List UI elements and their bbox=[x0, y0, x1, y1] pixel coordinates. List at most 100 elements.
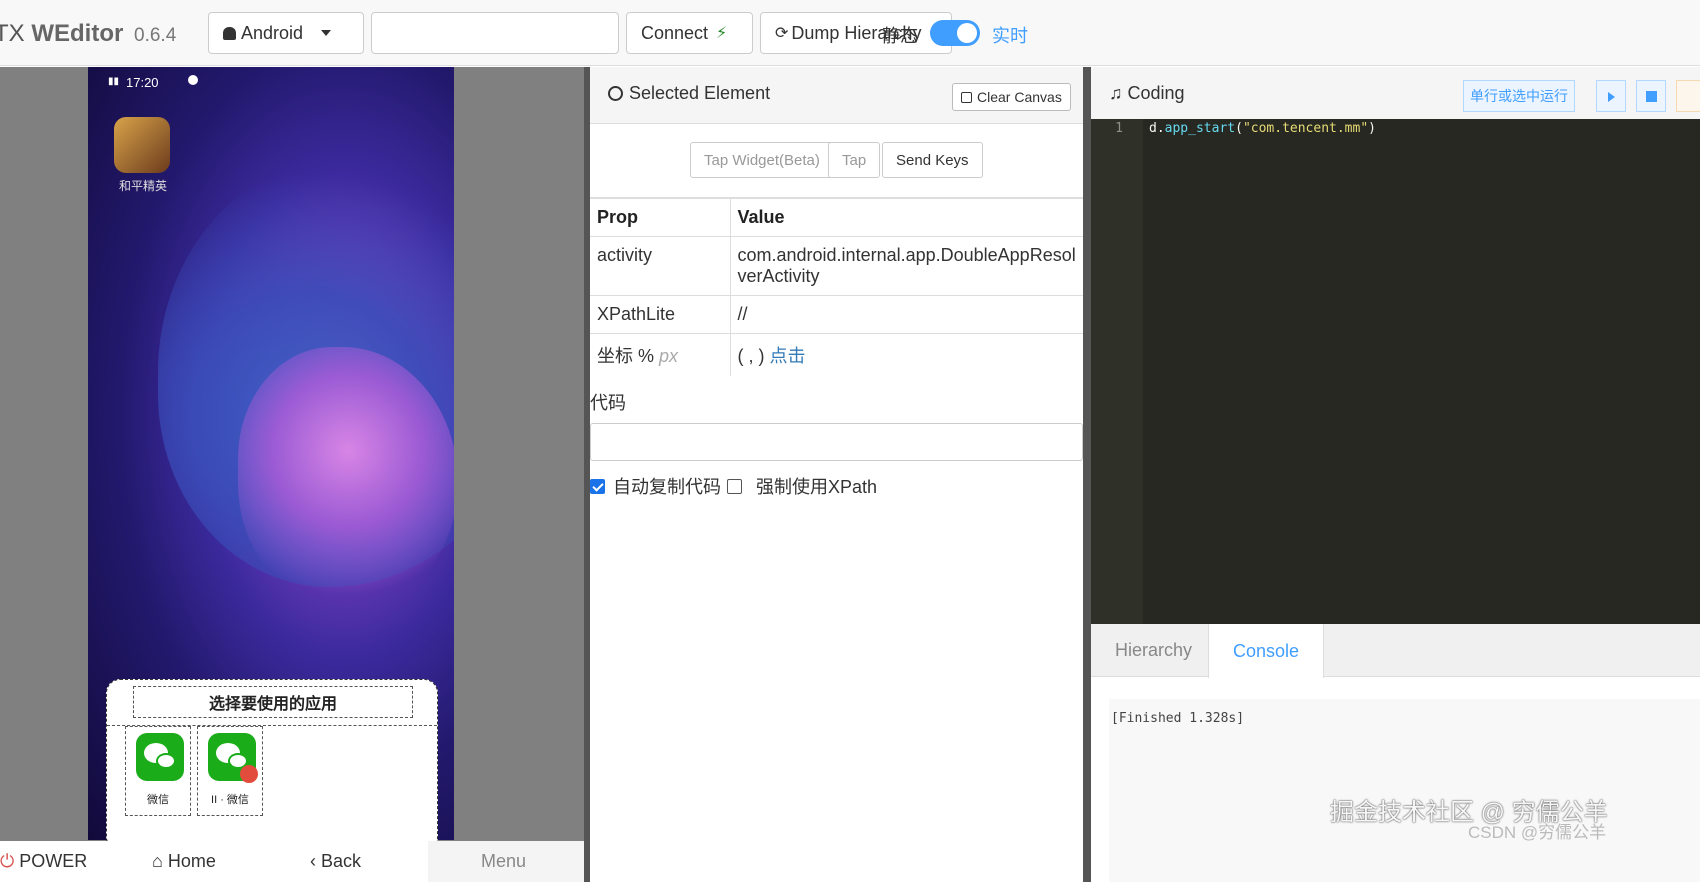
device-nav-bar: ⏻ POWER ⌂ Home ‹ Back Menu bbox=[0, 841, 584, 882]
coding-header: ♫ Coding 单行或选中运行 bbox=[1091, 67, 1700, 119]
platform-select-value: Android bbox=[241, 22, 304, 43]
value-cell: ( , ) 点击 bbox=[730, 333, 1083, 376]
power-button[interactable]: ⏻ POWER bbox=[0, 851, 87, 872]
message-icon bbox=[188, 75, 198, 85]
value-cell: com.android.internal.app.DoubleAppResolv… bbox=[730, 236, 1083, 296]
device-serial-input[interactable] bbox=[371, 12, 619, 54]
power-label: POWER bbox=[19, 851, 88, 871]
auto-copy-label: 自动复制代码 bbox=[613, 477, 721, 497]
run-selected-button[interactable]: 单行或选中运行 bbox=[1463, 80, 1575, 112]
top-navbar: TX WEditor 0.6.4 Android Connect ⚡ ⟳ Dum… bbox=[0, 0, 1700, 66]
prop-column-header: Prop bbox=[590, 197, 731, 237]
code-string: "com.tencent.mm" bbox=[1242, 121, 1369, 136]
inspector-header: Selected Element Clear Canvas bbox=[590, 67, 1083, 124]
coding-title-text: Coding bbox=[1127, 83, 1185, 103]
connect-button[interactable]: Connect ⚡ bbox=[626, 12, 753, 54]
tap-widget-label: Tap Widget(Beta) bbox=[704, 151, 820, 169]
code-function: app_start bbox=[1164, 121, 1236, 136]
live-mode-toggle[interactable] bbox=[930, 20, 980, 46]
back-label: Back bbox=[321, 851, 362, 871]
tab-hierarchy-label: Hierarchy bbox=[1115, 640, 1193, 660]
force-xpath-label: 强制使用XPath bbox=[756, 477, 878, 497]
send-keys-button[interactable]: Send Keys bbox=[882, 142, 983, 178]
line-number: 1 bbox=[1115, 121, 1123, 136]
coord-unit-toggle[interactable]: px bbox=[659, 346, 678, 366]
coord-prop-label: 坐标 % bbox=[597, 346, 655, 366]
code-object: d. bbox=[1149, 121, 1165, 136]
element-props-table: Prop Value activity com.android.internal… bbox=[590, 197, 1083, 376]
inspector-panel: Selected Element Clear Canvas Tap Widget… bbox=[590, 67, 1083, 882]
app-brand: TX WEditor 0.6.4 bbox=[0, 20, 176, 48]
device-status-bar: ▮▮ 17:20 ⏰ ▭ bbox=[88, 67, 454, 97]
static-mode-label: 静态 bbox=[882, 26, 918, 46]
dialog-title: 选择要使用的应用 bbox=[133, 686, 413, 718]
prop-cell: 坐标 % px bbox=[590, 333, 731, 376]
game-app-icon[interactable] bbox=[114, 117, 170, 173]
tap-label: Tap bbox=[842, 151, 867, 169]
brand-prefix: TX bbox=[0, 20, 25, 47]
clear-canvas-checkbox-icon bbox=[961, 91, 972, 103]
bottom-tabs: Hierarchy Console bbox=[1091, 624, 1700, 678]
table-row: activity com.android.internal.app.Double… bbox=[590, 236, 1083, 296]
run-selected-label: 单行或选中运行 bbox=[1470, 88, 1568, 104]
live-mode-label: 实时 bbox=[992, 26, 1028, 46]
wechat-icon bbox=[136, 733, 184, 781]
tab-console-label: Console bbox=[1233, 640, 1300, 661]
prop-cell: XPathLite bbox=[590, 295, 731, 334]
force-xpath-checkbox[interactable] bbox=[727, 478, 742, 494]
brand-name: WEditor bbox=[31, 20, 124, 47]
watermark-sub: CSDN @穷儒公羊 bbox=[1468, 823, 1607, 842]
home-button[interactable]: ⌂ Home bbox=[152, 851, 216, 872]
power-icon: ⏻ bbox=[0, 851, 15, 871]
wallpaper-highlight bbox=[238, 347, 454, 607]
inspector-title-text: Selected Element bbox=[629, 83, 771, 103]
line-number-gutter: 1 bbox=[1091, 119, 1143, 624]
coord-value: ( , ) bbox=[737, 346, 765, 366]
code-editor[interactable]: 1 d.app_start("com.tencent.mm") bbox=[1091, 119, 1700, 624]
platform-select[interactable]: Android bbox=[208, 12, 364, 54]
back-button[interactable]: ‹ Back bbox=[310, 851, 361, 872]
code-options: 自动复制代码 强制使用XPath bbox=[590, 473, 877, 499]
wechat-clone-option-label: II · 微信 bbox=[211, 794, 249, 806]
plug-icon: ⚡ bbox=[716, 25, 728, 42]
menu-label: Menu bbox=[481, 851, 527, 871]
send-keys-label: Send Keys bbox=[896, 151, 969, 169]
code-line: d.app_start("com.tencent.mm") bbox=[1149, 121, 1376, 136]
clear-canvas-button[interactable]: Clear Canvas bbox=[952, 83, 1071, 111]
wechat-clone-option[interactable]: II · 微信 bbox=[197, 726, 263, 816]
coding-panel: ♫ Coding 单行或选中运行 1 d.app_start("com.tenc… bbox=[1091, 67, 1700, 882]
tap-widget-button[interactable]: Tap Widget(Beta) bbox=[690, 142, 834, 178]
code-paren-open: ( bbox=[1235, 121, 1243, 136]
play-icon[interactable] bbox=[1596, 80, 1626, 112]
table-header-row: Prop Value bbox=[590, 197, 1083, 237]
prop-cell: activity bbox=[590, 236, 731, 296]
console-output-line: [Finished 1.328s] bbox=[1111, 711, 1245, 726]
panel-divider-right[interactable] bbox=[1083, 67, 1091, 882]
dump-hierarchy-button[interactable]: ⟳ Dump Hierarchy bbox=[760, 12, 952, 54]
menu-button[interactable]: Menu bbox=[428, 841, 584, 882]
android-icon bbox=[223, 26, 236, 40]
trash-icon[interactable] bbox=[1676, 80, 1700, 112]
tab-console[interactable]: Console bbox=[1208, 624, 1325, 678]
tap-button[interactable]: Tap bbox=[828, 142, 881, 178]
wechat-option[interactable]: 微信 bbox=[125, 726, 191, 816]
click-coord-link[interactable]: 点击 bbox=[770, 346, 806, 366]
coding-title: ♫ Coding bbox=[1109, 83, 1185, 104]
app-chooser-dialog: 选择要使用的应用 微信 II · 微信 bbox=[106, 679, 438, 851]
code-paren-close: ) bbox=[1368, 121, 1376, 136]
value-column-header: Value bbox=[730, 197, 1083, 237]
console-output-area[interactable]: [Finished 1.328s] bbox=[1109, 699, 1700, 882]
chevron-down-icon bbox=[321, 30, 332, 36]
generated-code-input[interactable] bbox=[590, 423, 1083, 461]
home-icon: ⌂ bbox=[152, 851, 163, 871]
clear-canvas-label: Clear Canvas bbox=[977, 89, 1062, 105]
wechat-option-label: 微信 bbox=[147, 794, 169, 806]
refresh-icon: ⟳ bbox=[775, 25, 789, 42]
code-label: 代码 bbox=[590, 393, 626, 413]
home-label: Home bbox=[167, 851, 216, 871]
tab-hierarchy[interactable]: Hierarchy bbox=[1091, 624, 1216, 677]
version-label: 0.6.4 bbox=[134, 25, 177, 46]
music-note-icon: ♫ bbox=[1109, 83, 1123, 103]
auto-copy-checkbox[interactable] bbox=[590, 478, 605, 494]
stop-icon[interactable] bbox=[1636, 80, 1666, 112]
